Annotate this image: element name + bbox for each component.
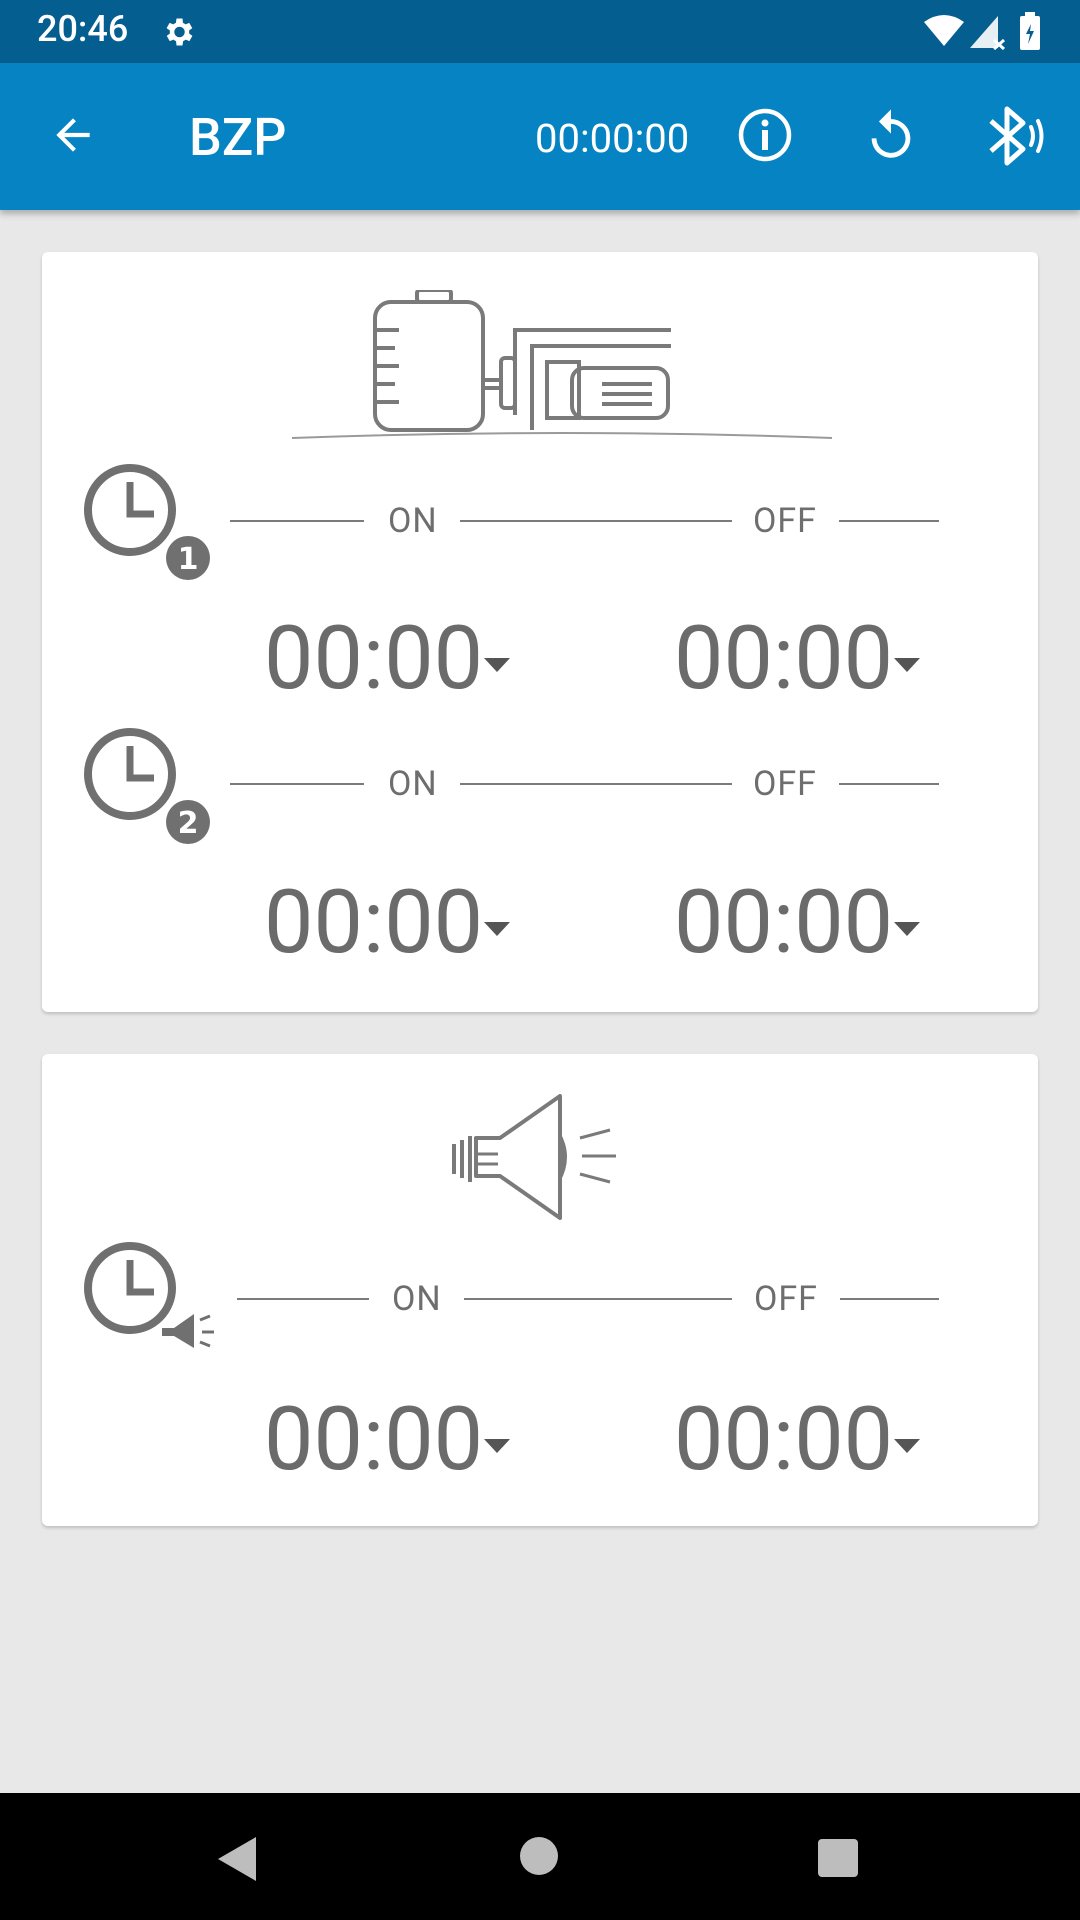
- timer2-off-time-dropdown[interactable]: 00:00: [674, 879, 954, 979]
- divider-line: [839, 520, 939, 522]
- clock-2-icon: 2: [84, 728, 210, 844]
- clock-badge: 2: [178, 806, 199, 841]
- dropdown-caret-icon: [894, 922, 920, 936]
- alarm-off-time-dropdown[interactable]: 00:00: [674, 1396, 954, 1496]
- time-value: 00:00: [674, 607, 894, 710]
- off-label: OFF: [754, 1279, 818, 1319]
- recents-nav-icon[interactable]: [816, 1837, 860, 1879]
- divider-line: [839, 783, 939, 785]
- off-label: OFF: [753, 501, 817, 541]
- divider-line: [230, 783, 364, 785]
- timer1-off-time-dropdown[interactable]: 00:00: [674, 615, 954, 715]
- time-value: 00:00: [264, 607, 484, 710]
- status-time: 20:46: [37, 8, 129, 50]
- pump-schedule-card: 1 ON OFF 00:00 00:00 2 ON OFF 00:00 00:0…: [42, 252, 1038, 1012]
- speaker-icon: [452, 1094, 616, 1220]
- clock-badge: 1: [178, 542, 199, 577]
- timer1-on-time-dropdown[interactable]: 00:00: [264, 615, 544, 715]
- dropdown-caret-icon: [484, 1439, 510, 1453]
- app-title: BZP: [189, 107, 287, 168]
- system-nav-bar: [0, 1793, 1080, 1920]
- pump-icon: [291, 290, 833, 439]
- alarm-schedule-card: ON OFF 00:00 00:00: [42, 1054, 1038, 1526]
- clock-1-icon: 1: [84, 464, 210, 580]
- divider-line: [840, 1298, 939, 1300]
- status-bar: 20:46: [0, 0, 1080, 63]
- cellular-icon: [970, 16, 1006, 50]
- bluetooth-icon[interactable]: [985, 103, 1047, 169]
- back-nav-icon[interactable]: [214, 1835, 258, 1883]
- back-arrow-icon[interactable]: [48, 110, 98, 160]
- battery-icon: [1020, 12, 1040, 50]
- app-bar: BZP 00:00:00: [0, 63, 1080, 210]
- alarm-clock-icon: [84, 1242, 214, 1348]
- timer2-on-time-dropdown[interactable]: 00:00: [264, 879, 544, 979]
- time-value: 00:00: [264, 1388, 484, 1491]
- dropdown-caret-icon: [894, 658, 920, 672]
- elapsed-timer: 00:00:00: [535, 115, 690, 162]
- time-value: 00:00: [264, 871, 484, 974]
- on-label: ON: [388, 501, 438, 541]
- divider-line: [460, 783, 732, 785]
- on-label: ON: [392, 1279, 442, 1319]
- divider-line: [460, 520, 732, 522]
- refresh-icon[interactable]: [862, 105, 920, 167]
- wifi-icon: [924, 15, 964, 46]
- on-label: ON: [388, 764, 438, 804]
- info-icon[interactable]: [737, 107, 793, 163]
- time-value: 00:00: [674, 1388, 894, 1491]
- off-label: OFF: [753, 764, 817, 804]
- settings-icon: [166, 18, 193, 46]
- time-value: 00:00: [674, 871, 894, 974]
- dropdown-caret-icon: [484, 658, 510, 672]
- divider-line: [464, 1298, 732, 1300]
- divider-line: [237, 1298, 369, 1300]
- home-nav-icon[interactable]: [519, 1836, 559, 1876]
- divider-line: [230, 520, 364, 522]
- dropdown-caret-icon: [484, 922, 510, 936]
- dropdown-caret-icon: [894, 1439, 920, 1453]
- alarm-on-time-dropdown[interactable]: 00:00: [264, 1396, 544, 1496]
